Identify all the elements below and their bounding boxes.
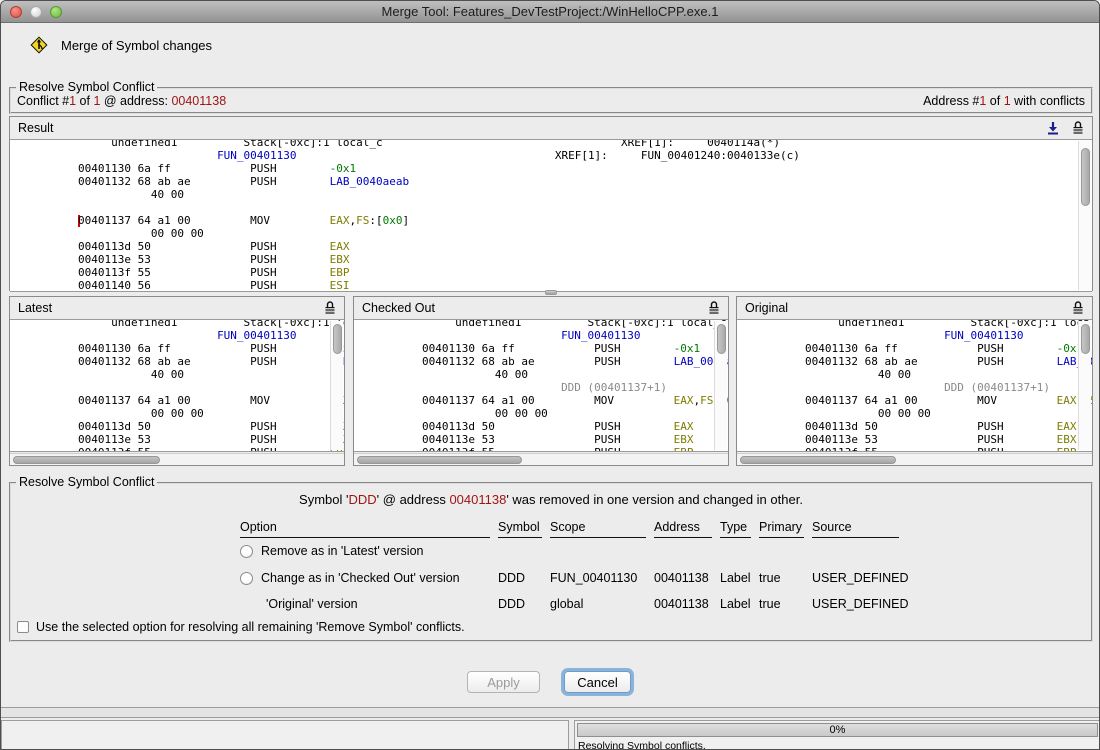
merge-tool-window: Merge Tool: Features_DevTestProject:/Win…	[0, 0, 1100, 750]
source-cell: USER_DEFINED	[812, 597, 907, 611]
address-cell: 00401138	[654, 571, 720, 585]
merge-header-label: Merge of Symbol changes	[61, 38, 212, 53]
status-left-panel	[1, 720, 569, 750]
lock-icon[interactable]	[1072, 301, 1084, 315]
column-header-symbol: Symbol	[498, 520, 542, 538]
change-checked-out-radio[interactable]	[240, 572, 253, 585]
symbol-cell: DDD	[498, 571, 550, 585]
column-header-option: Option	[240, 520, 490, 538]
original-hscroll-thumb[interactable]	[740, 456, 896, 464]
checked-out-hscroll-thumb[interactable]	[357, 456, 522, 464]
result-panel-title: Result	[18, 121, 53, 135]
cancel-button[interactable]: Cancel	[564, 671, 631, 693]
scope-cell: global	[550, 597, 654, 611]
type-cell: Label	[720, 571, 759, 585]
result-listing[interactable]: undefined1 Stack[-0xc]:1 local_c XREF[1]…	[10, 139, 1092, 292]
option-table-header: Option Symbol Scope Address Type Primary…	[240, 520, 907, 538]
column-header-address: Address	[654, 520, 712, 538]
table-row: Change as in 'Checked Out' version DDD F…	[240, 571, 907, 585]
original-panel: Original undefined1 Stack[-0xc]:1 local_…	[736, 296, 1093, 466]
original-vscroll-thumb[interactable]	[1081, 324, 1090, 354]
address-cell: 00401138	[654, 597, 720, 611]
latest-vertical-scrollbar[interactable]	[330, 321, 343, 450]
conflict-counter: Conflict #1 of 1 @ address: 00401138	[17, 94, 226, 108]
checked-out-panel: Checked Out undefined1 Stack[-0xc]:1 loc…	[353, 296, 729, 466]
original-panel-title: Original	[745, 301, 788, 315]
titlebar[interactable]: Merge Tool: Features_DevTestProject:/Win…	[1, 1, 1099, 23]
column-header-source: Source	[812, 520, 899, 538]
lock-icon[interactable]	[1072, 121, 1084, 135]
conflict-info-group: Resolve Symbol Conflict Conflict #1 of 1…	[9, 87, 1093, 114]
checked-out-listing[interactable]: undefined1 Stack[-0xc]:1 local_c FUN_004…	[354, 319, 728, 452]
status-right-panel: 0% Resolving Symbol conflicts.	[574, 720, 1100, 750]
lock-icon[interactable]	[708, 301, 720, 315]
change-checked-out-label: Change as in 'Checked Out' version	[261, 571, 460, 585]
use-for-all-label: Use the selected option for resolving al…	[36, 620, 465, 634]
progress-bar: 0%	[577, 723, 1098, 737]
latest-horizontal-scrollbar[interactable]	[10, 453, 344, 465]
status-strip	[1, 707, 1100, 718]
column-header-primary: Primary	[759, 520, 804, 538]
table-row: Remove as in 'Latest' version	[240, 544, 907, 558]
splitter-handle[interactable]	[545, 290, 557, 295]
checked-out-panel-title: Checked Out	[362, 301, 435, 315]
resolve-conflict-group: Resolve Symbol Conflict Symbol 'DDD' @ a…	[9, 482, 1093, 642]
primary-cell: true	[759, 571, 812, 585]
table-row: 'Original' version DDD global 00401138 L…	[240, 597, 907, 611]
latest-panel: Latest undefined1 Stack[-0xc]:1 local_c …	[9, 296, 345, 466]
result-vscroll-thumb[interactable]	[1081, 148, 1090, 206]
checked-out-vscroll-thumb[interactable]	[717, 324, 726, 354]
original-vertical-scrollbar[interactable]	[1078, 321, 1091, 450]
column-header-scope: Scope	[550, 520, 646, 538]
checked-out-horizontal-scrollbar[interactable]	[354, 453, 728, 465]
remove-latest-radio[interactable]	[240, 545, 253, 558]
result-panel: Result	[9, 116, 1093, 291]
lock-icon[interactable]	[324, 301, 336, 315]
primary-cell: true	[759, 597, 812, 611]
latest-listing[interactable]: undefined1 Stack[-0xc]:1 local_c FUN_004…	[10, 319, 344, 452]
latest-panel-title: Latest	[18, 301, 52, 315]
result-vertical-scrollbar[interactable]	[1078, 141, 1091, 290]
latest-vscroll-thumb[interactable]	[333, 324, 342, 354]
use-for-all-checkbox[interactable]	[17, 621, 29, 633]
type-cell: Label	[720, 597, 759, 611]
original-version-label: 'Original' version	[266, 597, 358, 611]
conflict-group-title: Resolve Symbol Conflict	[16, 80, 157, 94]
conflict-message: Symbol 'DDD' @ address 00401138' was rem…	[11, 492, 1091, 507]
merge-sign-icon	[31, 37, 47, 53]
symbol-cell: DDD	[498, 597, 550, 611]
remove-latest-label: Remove as in 'Latest' version	[261, 544, 424, 558]
original-listing[interactable]: undefined1 Stack[-0xc]:1 local_c FUN_004…	[737, 319, 1092, 452]
original-horizontal-scrollbar[interactable]	[737, 453, 1092, 465]
column-header-type: Type	[720, 520, 751, 538]
status-message: Resolving Symbol conflicts.	[578, 740, 706, 750]
address-counter: Address #1 of 1 with conflicts	[923, 94, 1085, 108]
save-listing-icon[interactable]	[1046, 121, 1060, 135]
source-cell: USER_DEFINED	[812, 571, 907, 585]
checked-out-vertical-scrollbar[interactable]	[714, 321, 727, 450]
apply-button[interactable]: Apply	[467, 671, 540, 693]
latest-hscroll-thumb[interactable]	[13, 456, 160, 464]
scope-cell: FUN_00401130	[550, 571, 654, 585]
window-title: Merge Tool: Features_DevTestProject:/Win…	[1, 4, 1099, 19]
resolve-group-title: Resolve Symbol Conflict	[16, 475, 157, 489]
